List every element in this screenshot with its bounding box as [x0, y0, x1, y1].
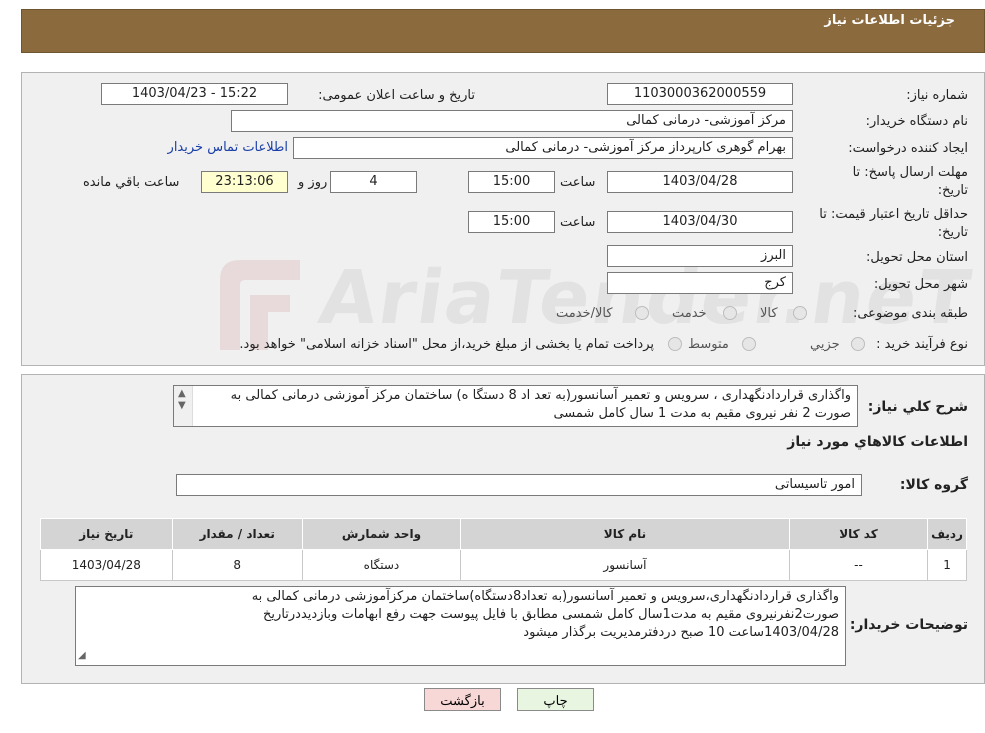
cell-name: آسانسور	[460, 549, 790, 581]
days-label: روز و	[298, 175, 328, 190]
description-text: واگذاری قراردادنگهداری ، سرویس و تعمیر آ…	[230, 388, 851, 421]
announce-field: 1403/04/23 - 15:22	[101, 83, 288, 105]
buyer-org-label: نام دستگاه خریدار:	[865, 114, 968, 129]
buyer-org-field: مرکز آموزشی- درمانی کمالی	[231, 110, 793, 132]
buyer-notes-textarea[interactable]: واگذاری قراردادنگهداری،سرویس و تعمیر آسا…	[75, 586, 846, 666]
category-label: طبقه بندی موضوعی:	[852, 306, 968, 321]
watermark-logo-icon	[220, 260, 300, 350]
process-note: پرداخت تمام یا بخشی از مبلغ خرید،از محل …	[239, 337, 654, 352]
province-field: البرز	[607, 245, 793, 267]
deadline-time-field: 15:00	[468, 171, 555, 193]
description-scrollbar[interactable]: ▲ ▼	[174, 386, 193, 426]
cell-unit: دستگاه	[301, 549, 462, 581]
buyer-notes-line-1: واگذاری قراردادنگهداری،سرویس و تعمیر آسا…	[251, 589, 839, 604]
scroll-down-icon[interactable]: ▼	[178, 400, 186, 411]
need-number-label: شماره نیاز:	[906, 88, 968, 103]
resize-handle-icon[interactable]: ◢	[78, 650, 86, 661]
goods-section-title: اطلاعات کالاهاي مورد نياز	[787, 434, 968, 450]
city-field: کرج	[607, 272, 793, 294]
cell-quantity: 8	[171, 549, 303, 581]
deadline-time-label: ساعت	[560, 175, 596, 190]
province-label: استان محل تحویل:	[866, 250, 968, 265]
col-date: تاریخ نیاز	[40, 518, 173, 550]
category-goods-service-radio[interactable]	[635, 306, 649, 320]
col-quantity: تعداد / مقدار	[171, 518, 303, 550]
process-medium-label: متوسط	[688, 337, 729, 352]
buyer-notes-line-3: 1403/04/28ساعت 10 صبح دردفترمدیریت برگذا…	[523, 625, 839, 640]
remaining-time-field: 23:13:06	[201, 171, 288, 193]
creator-field: بهرام گوهری کارپرداز مرکز آموزشی- درمانی…	[293, 137, 793, 159]
process-medium-radio[interactable]	[742, 337, 756, 351]
watermark-text: AriaTender.neT	[313, 255, 978, 341]
days-field: 4	[330, 171, 417, 193]
description-label: شرح کلي نياز:	[867, 399, 968, 415]
print-button[interactable]: چاپ	[517, 688, 594, 711]
validity-time-label: ساعت	[560, 215, 596, 230]
buyer-notes-label: توضیحات خریدار:	[849, 617, 968, 633]
city-label: شهر محل تحویل:	[873, 277, 968, 292]
col-name: نام کالا	[460, 518, 790, 550]
creator-label: ایجاد کننده درخواست:	[848, 141, 968, 156]
col-code: کد کالا	[788, 518, 929, 550]
col-row: ردیف	[927, 518, 967, 550]
remaining-label: ساعت باقي مانده	[83, 175, 180, 190]
back-button[interactable]: بازگشت	[424, 688, 501, 711]
buyer-contact-link[interactable]: اطلاعات تماس خریدار	[168, 140, 288, 155]
goods-table-header: ردیف کد کالا نام کالا واحد شمارش تعداد /…	[40, 518, 967, 550]
col-unit: واحد شمارش	[301, 518, 462, 550]
deadline-date-field: 1403/04/28	[607, 171, 793, 193]
cell-code: --	[788, 549, 929, 581]
page-title: جزئیات اطلاعات نیاز	[824, 13, 955, 28]
category-service-radio[interactable]	[723, 306, 737, 320]
cell-date: 1403/04/28	[40, 549, 173, 581]
validity-time-field: 15:00	[468, 211, 555, 233]
category-goods-label: کالا	[760, 306, 778, 321]
goods-table: ردیف کد کالا نام کالا واحد شمارش تعداد /…	[40, 518, 967, 581]
process-minor-radio[interactable]	[851, 337, 865, 351]
table-row: 1 -- آسانسور دستگاه 8 1403/04/28	[40, 549, 967, 581]
validity-label-1: حداقل تاریخ اعتبار قیمت: تا	[819, 207, 968, 222]
category-goods-radio[interactable]	[793, 306, 807, 320]
deadline-label-1: مهلت ارسال پاسخ: تا	[852, 165, 968, 180]
validity-label-2: تاریخ:	[937, 225, 968, 240]
deadline-label-2: تاریخ:	[937, 183, 968, 198]
process-treasury-radio[interactable]	[668, 337, 682, 351]
category-service-label: خدمت	[672, 306, 707, 321]
goods-group-label: گروه کالا:	[899, 477, 968, 493]
category-goods-service-label: کالا/خدمت	[556, 306, 613, 321]
validity-date-field: 1403/04/30	[607, 211, 793, 233]
description-textarea[interactable]: واگذاری قراردادنگهداری ، سرویس و تعمیر آ…	[173, 385, 858, 427]
need-number-field: 1103000362000559	[607, 83, 793, 105]
buyer-notes-line-2: صورت2نفرنیروی مقیم به مدت1سال کامل شمسی …	[263, 607, 839, 622]
announce-label: تاریخ و ساعت اعلان عمومی:	[318, 88, 475, 103]
cell-row: 1	[927, 549, 967, 581]
process-minor-label: جزیي	[810, 337, 840, 352]
scroll-up-icon[interactable]: ▲	[178, 388, 186, 399]
goods-group-field: امور تاسیساتی	[176, 474, 862, 496]
process-label: نوع فرآیند خرید :	[876, 337, 968, 352]
